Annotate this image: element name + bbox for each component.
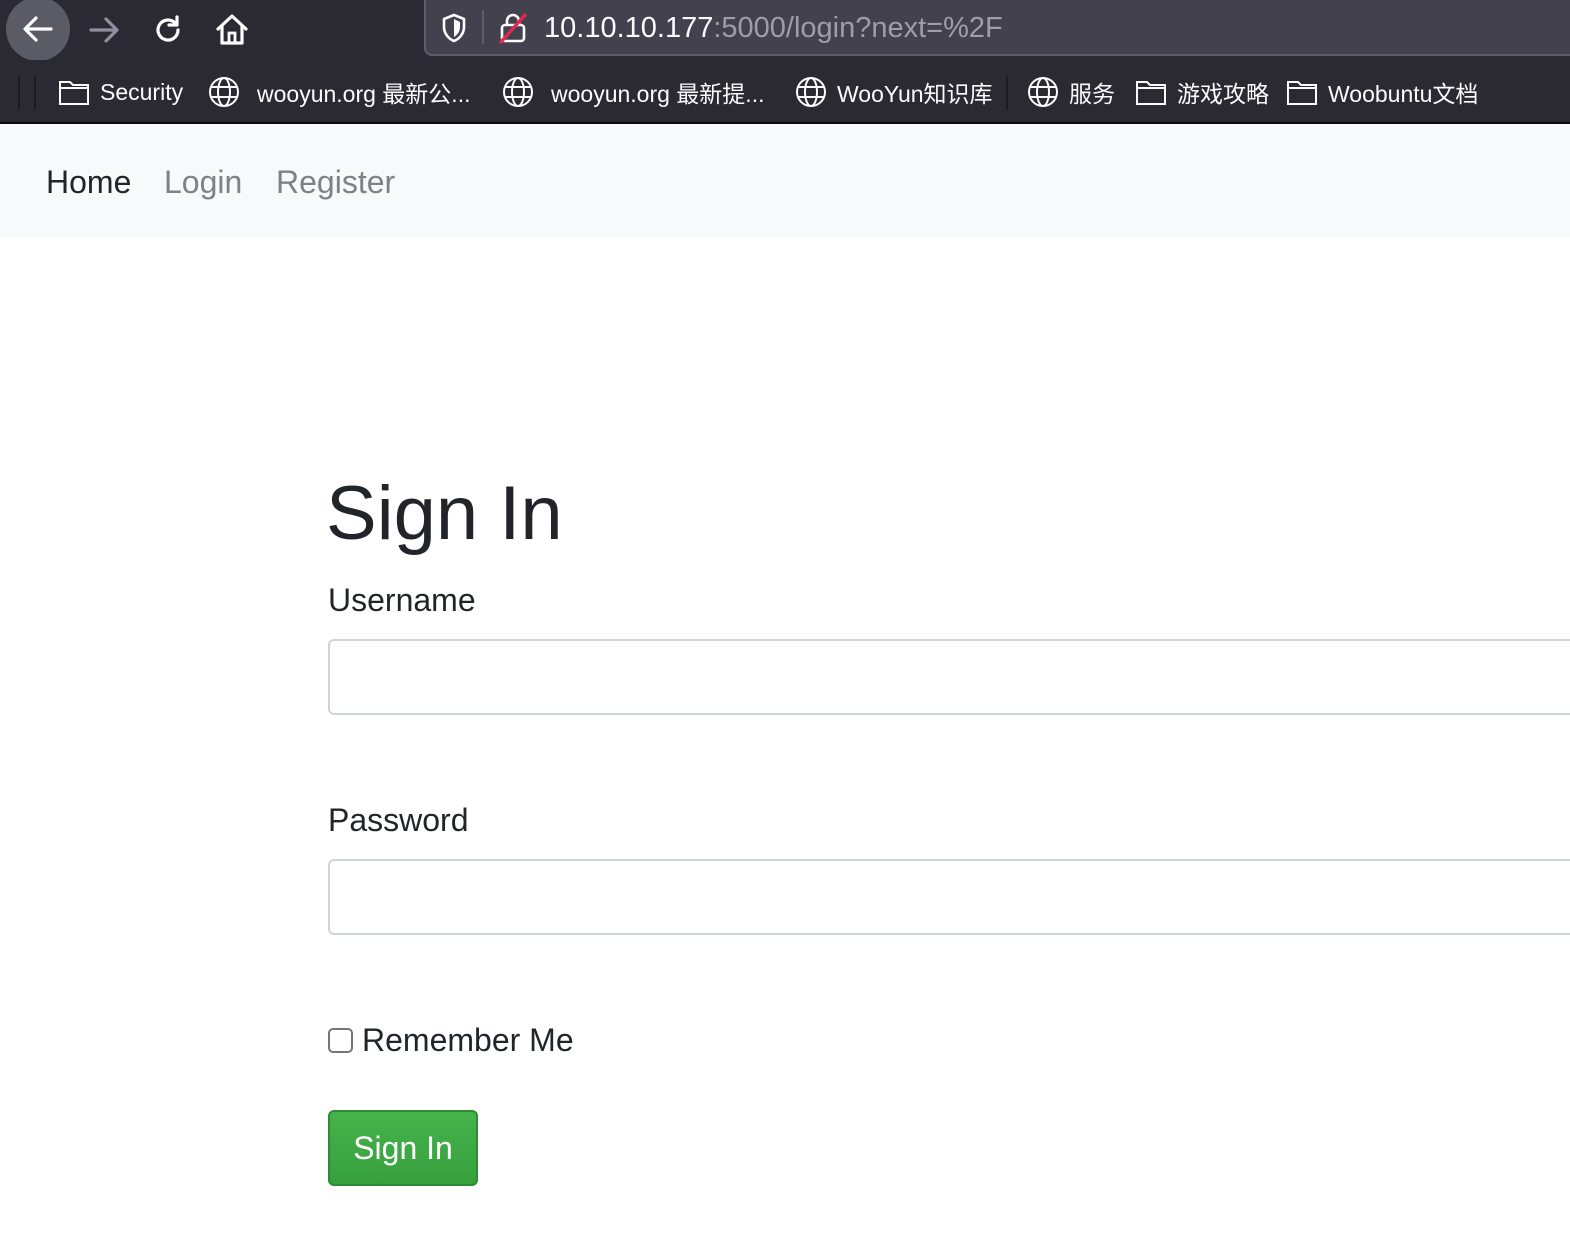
bookmark-folder-game-guides[interactable]: 游戏攻略 (1135, 74, 1269, 110)
arrow-right-icon (89, 17, 119, 43)
globe-icon (209, 77, 239, 107)
globe-icon (503, 77, 533, 107)
reload-button[interactable] (140, 0, 196, 60)
bookmarks-toolbar: Security wooyun.org 最新公... wooyun.org 最新… (0, 60, 1570, 124)
nav-link-home[interactable]: Home (46, 162, 131, 202)
bookmark-services[interactable]: 服务 (1027, 74, 1115, 110)
arrow-left-icon (23, 16, 53, 42)
globe-icon (1028, 77, 1058, 107)
bookmark-label: wooyun.org 最新公... (257, 81, 471, 107)
folder-icon (1136, 81, 1166, 105)
password-label: Password (328, 802, 469, 838)
bookmark-label: WooYun知识库 (837, 81, 993, 107)
sign-in-button[interactable]: Sign In (328, 1110, 478, 1186)
browser-toolbar: 10.10.10.177:5000/login?next=%2F (0, 0, 1570, 61)
bookmark-label: Woobuntu文档 (1328, 81, 1479, 107)
bookmark-folder-woobuntu-docs[interactable]: Woobuntu文档 (1286, 74, 1478, 110)
bookmarks-divider (18, 76, 20, 110)
password-input[interactable] (328, 859, 1570, 935)
bookmark-wooyun-knowledge[interactable]: WooYun知识库 (795, 74, 993, 110)
page-title: Sign In (326, 471, 563, 556)
url-path: :5000/login?next=%2F (713, 12, 1003, 44)
remember-me-label[interactable]: Remember Me (362, 1020, 574, 1060)
bookmark-label: wooyun.org 最新提... (551, 81, 765, 107)
globe-icon (796, 77, 826, 107)
username-label: Username (328, 582, 476, 618)
url-host: 10.10.10.177 (544, 12, 714, 44)
bookmark-wooyun-public[interactable]: wooyun.org 最新公... (208, 74, 470, 110)
back-button[interactable] (6, 0, 70, 61)
home-icon (216, 14, 248, 45)
folder-icon (1287, 81, 1317, 105)
username-input[interactable] (328, 639, 1570, 715)
bookmark-wooyun-submit[interactable]: wooyun.org 最新提... (502, 74, 764, 110)
forward-button[interactable] (76, 0, 132, 60)
remember-me-checkbox[interactable] (328, 1028, 353, 1053)
url-text[interactable]: 10.10.10.177:5000/login?next=%2F (544, 8, 1003, 48)
bookmark-label: 游戏攻略 (1177, 81, 1269, 107)
reload-icon (156, 15, 180, 42)
site-navbar: Home Login Register (0, 126, 1570, 237)
nav-link-register[interactable]: Register (276, 162, 395, 202)
bookmark-label: Security (100, 78, 184, 105)
home-button[interactable] (204, 0, 260, 60)
bookmark-folder-security[interactable]: Security (58, 74, 183, 110)
tracking-protection-button[interactable] (440, 10, 468, 46)
insecure-lock-icon (499, 13, 527, 44)
urlbar-separator (482, 10, 484, 44)
site-security-button[interactable] (496, 10, 530, 46)
folder-icon (59, 81, 89, 105)
nav-link-login[interactable]: Login (164, 162, 242, 202)
bookmark-label: 服务 (1069, 81, 1115, 107)
bookmarks-divider (34, 76, 36, 110)
bookmarks-divider (1006, 76, 1008, 110)
address-bar[interactable]: 10.10.10.177:5000/login?next=%2F (424, 0, 1570, 56)
shield-icon (442, 13, 466, 43)
